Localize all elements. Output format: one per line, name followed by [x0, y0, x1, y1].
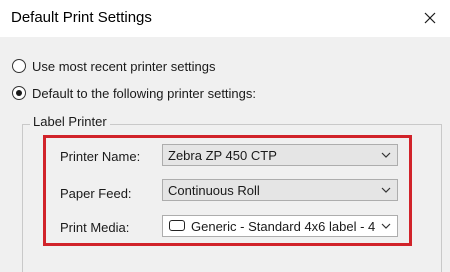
chevron-down-icon [381, 152, 391, 158]
printer-name-dropdown[interactable]: Zebra ZP 450 CTP [162, 144, 398, 166]
close-button[interactable] [420, 8, 440, 28]
window-title: Default Print Settings [11, 9, 152, 26]
title-bar: Default Print Settings [0, 0, 450, 37]
chevron-down-icon [381, 187, 391, 193]
default-following-settings-option[interactable]: Default to the following printer setting… [12, 84, 256, 102]
radio-button-selected[interactable] [12, 86, 26, 100]
printer-name-value: Zebra ZP 450 CTP [168, 148, 277, 163]
printer-name-label: Printer Name: [60, 149, 141, 164]
use-recent-settings-option[interactable]: Use most recent printer settings [12, 57, 216, 75]
paper-feed-value: Continuous Roll [168, 183, 260, 198]
paper-feed-label: Paper Feed: [60, 186, 132, 201]
radio-label: Default to the following printer setting… [32, 85, 257, 101]
paper-feed-dropdown[interactable]: Continuous Roll [162, 179, 398, 201]
print-media-dropdown[interactable]: Generic - Standard 4x6 label - 4 p [162, 215, 398, 237]
label-printer-group-title: Label Printer [30, 114, 110, 129]
default-print-settings-dialog: Default Print Settings Use most recent p… [0, 0, 450, 272]
radio-button[interactable] [12, 59, 26, 73]
chevron-down-icon [381, 223, 391, 229]
close-icon [424, 12, 436, 24]
print-media-label: Print Media: [60, 220, 130, 235]
radio-label: Use most recent printer settings [32, 58, 216, 74]
print-media-value: Generic - Standard 4x6 label - 4 p [191, 219, 375, 234]
label-media-icon [169, 220, 185, 231]
